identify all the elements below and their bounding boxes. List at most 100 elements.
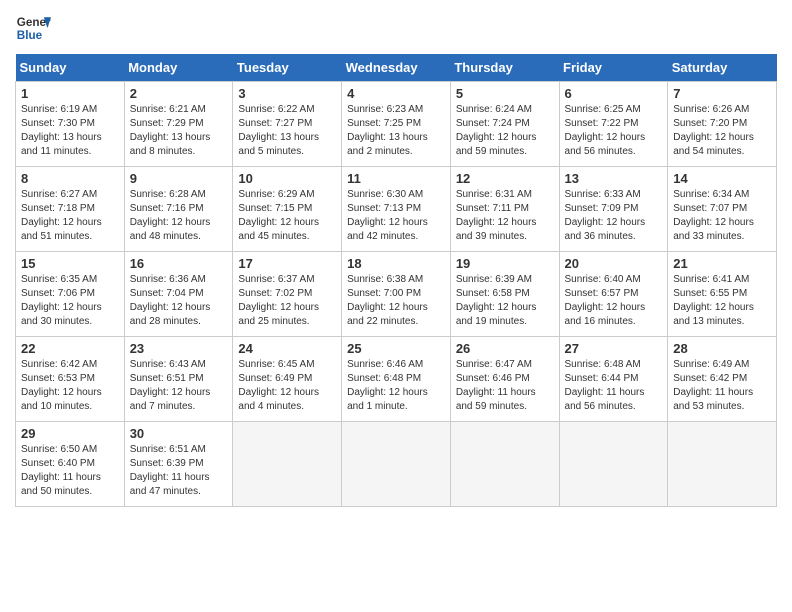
calendar-cell: 28 Sunrise: 6:49 AM Sunset: 6:42 PM Dayli…: [668, 337, 777, 422]
weekday-header-sunday: Sunday: [16, 54, 125, 82]
day-info: Sunrise: 6:30 AM Sunset: 7:13 PM Dayligh…: [347, 188, 445, 244]
day-info: Sunrise: 6:34 AM Sunset: 7:07 PM Dayligh…: [673, 188, 771, 244]
day-info: Sunrise: 6:45 AM Sunset: 6:49 PM Dayligh…: [238, 358, 336, 414]
calendar-cell: 6Sunrise: 6:25 AM Sunset: 7:22 PM Daylig…: [559, 82, 668, 167]
day-number: 12: [456, 171, 554, 186]
calendar-cell: 25 Sunrise: 6:46 AM Sunset: 6:48 PM Dayli…: [342, 337, 451, 422]
calendar-cell: [668, 422, 777, 507]
calendar-cell: 20Sunrise: 6:40 AM Sunset: 6:57 PM Dayli…: [559, 252, 668, 337]
day-number: 14: [673, 171, 771, 186]
day-info: Sunrise: 6:43 AM Sunset: 6:51 PM Dayligh…: [130, 358, 228, 414]
day-number: 8: [21, 171, 119, 186]
calendar-cell: 16 Sunrise: 6:36 AM Sunset: 7:04 PM Dayli…: [124, 252, 233, 337]
weekday-header-friday: Friday: [559, 54, 668, 82]
calendar-cell: 8 Sunrise: 6:27 AM Sunset: 7:18 PM Daylig…: [16, 167, 125, 252]
day-info: Sunrise: 6:48 AM Sunset: 6:44 PM Dayligh…: [565, 358, 663, 414]
calendar-week-row: 8 Sunrise: 6:27 AM Sunset: 7:18 PM Daylig…: [16, 167, 777, 252]
day-number: 18: [347, 256, 445, 271]
calendar-cell: 4Sunrise: 6:23 AM Sunset: 7:25 PM Daylig…: [342, 82, 451, 167]
day-info: Sunrise: 6:26 AM Sunset: 7:20 PM Dayligh…: [673, 103, 771, 159]
weekday-header-monday: Monday: [124, 54, 233, 82]
day-info: Sunrise: 6:51 AM Sunset: 6:39 PM Dayligh…: [130, 443, 228, 499]
page-header: General Blue: [15, 10, 777, 46]
day-number: 15: [21, 256, 119, 271]
day-info: Sunrise: 6:46 AM Sunset: 6:48 PM Dayligh…: [347, 358, 445, 414]
svg-text:Blue: Blue: [17, 29, 43, 42]
day-info: Sunrise: 6:36 AM Sunset: 7:04 PM Dayligh…: [130, 273, 228, 329]
day-info: Sunrise: 6:41 AM Sunset: 6:55 PM Dayligh…: [673, 273, 771, 329]
day-info: Sunrise: 6:21 AM Sunset: 7:29 PM Dayligh…: [130, 103, 228, 159]
calendar-week-row: 15 Sunrise: 6:35 AM Sunset: 7:06 PM Dayli…: [16, 252, 777, 337]
calendar-cell: 23 Sunrise: 6:43 AM Sunset: 6:51 PM Dayli…: [124, 337, 233, 422]
calendar-cell: 11 Sunrise: 6:30 AM Sunset: 7:13 PM Dayli…: [342, 167, 451, 252]
day-number: 23: [130, 341, 228, 356]
day-info: Sunrise: 6:38 AM Sunset: 7:00 PM Dayligh…: [347, 273, 445, 329]
calendar-cell: 24 Sunrise: 6:45 AM Sunset: 6:49 PM Dayli…: [233, 337, 342, 422]
day-number: 7: [673, 86, 771, 101]
weekday-header-wednesday: Wednesday: [342, 54, 451, 82]
weekday-header-saturday: Saturday: [668, 54, 777, 82]
day-info: Sunrise: 6:39 AM Sunset: 6:58 PM Dayligh…: [456, 273, 554, 329]
day-info: Sunrise: 6:23 AM Sunset: 7:25 PM Dayligh…: [347, 103, 445, 159]
calendar-cell: 1 Sunrise: 6:19 AM Sunset: 7:30 PM Daylig…: [16, 82, 125, 167]
day-info: Sunrise: 6:37 AM Sunset: 7:02 PM Dayligh…: [238, 273, 336, 329]
day-number: 17: [238, 256, 336, 271]
calendar-cell: 15 Sunrise: 6:35 AM Sunset: 7:06 PM Dayli…: [16, 252, 125, 337]
calendar-cell: [559, 422, 668, 507]
day-number: 19: [456, 256, 554, 271]
day-number: 16: [130, 256, 228, 271]
day-info: Sunrise: 6:35 AM Sunset: 7:06 PM Dayligh…: [21, 273, 119, 329]
calendar-cell: 14 Sunrise: 6:34 AM Sunset: 7:07 PM Dayli…: [668, 167, 777, 252]
calendar-cell: [342, 422, 451, 507]
day-number: 29: [21, 426, 119, 441]
day-info: Sunrise: 6:50 AM Sunset: 6:40 PM Dayligh…: [21, 443, 119, 499]
day-number: 11: [347, 171, 445, 186]
calendar-cell: 7 Sunrise: 6:26 AM Sunset: 7:20 PM Daylig…: [668, 82, 777, 167]
day-number: 22: [21, 341, 119, 356]
day-number: 26: [456, 341, 554, 356]
weekday-header-thursday: Thursday: [450, 54, 559, 82]
calendar-cell: 12 Sunrise: 6:31 AM Sunset: 7:11 PM Dayli…: [450, 167, 559, 252]
logo: General Blue: [15, 10, 51, 46]
calendar-cell: 10 Sunrise: 6:29 AM Sunset: 7:15 PM Dayli…: [233, 167, 342, 252]
day-number: 1: [21, 86, 119, 101]
calendar-week-row: 1 Sunrise: 6:19 AM Sunset: 7:30 PM Daylig…: [16, 82, 777, 167]
calendar-cell: 18 Sunrise: 6:38 AM Sunset: 7:00 PM Dayli…: [342, 252, 451, 337]
day-number: 25: [347, 341, 445, 356]
calendar-cell: 22 Sunrise: 6:42 AM Sunset: 6:53 PM Dayli…: [16, 337, 125, 422]
calendar-cell: [450, 422, 559, 507]
day-number: 6: [565, 86, 663, 101]
weekday-header-row: SundayMondayTuesdayWednesdayThursdayFrid…: [16, 54, 777, 82]
day-number: 30: [130, 426, 228, 441]
day-info: Sunrise: 6:22 AM Sunset: 7:27 PM Dayligh…: [238, 103, 336, 159]
day-number: 28: [673, 341, 771, 356]
day-info: Sunrise: 6:49 AM Sunset: 6:42 PM Dayligh…: [673, 358, 771, 414]
day-info: Sunrise: 6:29 AM Sunset: 7:15 PM Dayligh…: [238, 188, 336, 244]
day-number: 5: [456, 86, 554, 101]
day-info: Sunrise: 6:24 AM Sunset: 7:24 PM Dayligh…: [456, 103, 554, 159]
calendar-cell: 21 Sunrise: 6:41 AM Sunset: 6:55 PM Dayli…: [668, 252, 777, 337]
logo-icon: General Blue: [15, 10, 51, 46]
day-number: 27: [565, 341, 663, 356]
calendar-cell: 3 Sunrise: 6:22 AM Sunset: 7:27 PM Daylig…: [233, 82, 342, 167]
calendar-cell: 5 Sunrise: 6:24 AM Sunset: 7:24 PM Daylig…: [450, 82, 559, 167]
day-number: 21: [673, 256, 771, 271]
day-info: Sunrise: 6:27 AM Sunset: 7:18 PM Dayligh…: [21, 188, 119, 244]
calendar-cell: 9 Sunrise: 6:28 AM Sunset: 7:16 PM Daylig…: [124, 167, 233, 252]
day-number: 13: [565, 171, 663, 186]
day-info: Sunrise: 6:47 AM Sunset: 6:46 PM Dayligh…: [456, 358, 554, 414]
calendar-cell: [233, 422, 342, 507]
day-number: 24: [238, 341, 336, 356]
day-info: Sunrise: 6:33 AM Sunset: 7:09 PM Dayligh…: [565, 188, 663, 244]
calendar-container: SundayMondayTuesdayWednesdayThursdayFrid…: [15, 54, 777, 507]
day-number: 10: [238, 171, 336, 186]
day-info: Sunrise: 6:40 AM Sunset: 6:57 PM Dayligh…: [565, 273, 663, 329]
day-info: Sunrise: 6:19 AM Sunset: 7:30 PM Dayligh…: [21, 103, 119, 159]
day-info: Sunrise: 6:28 AM Sunset: 7:16 PM Dayligh…: [130, 188, 228, 244]
day-info: Sunrise: 6:31 AM Sunset: 7:11 PM Dayligh…: [456, 188, 554, 244]
day-info: Sunrise: 6:42 AM Sunset: 6:53 PM Dayligh…: [21, 358, 119, 414]
day-number: 9: [130, 171, 228, 186]
calendar-cell: 30 Sunrise: 6:51 AM Sunset: 6:39 PM Dayli…: [124, 422, 233, 507]
calendar-cell: 26 Sunrise: 6:47 AM Sunset: 6:46 PM Dayli…: [450, 337, 559, 422]
day-number: 3: [238, 86, 336, 101]
